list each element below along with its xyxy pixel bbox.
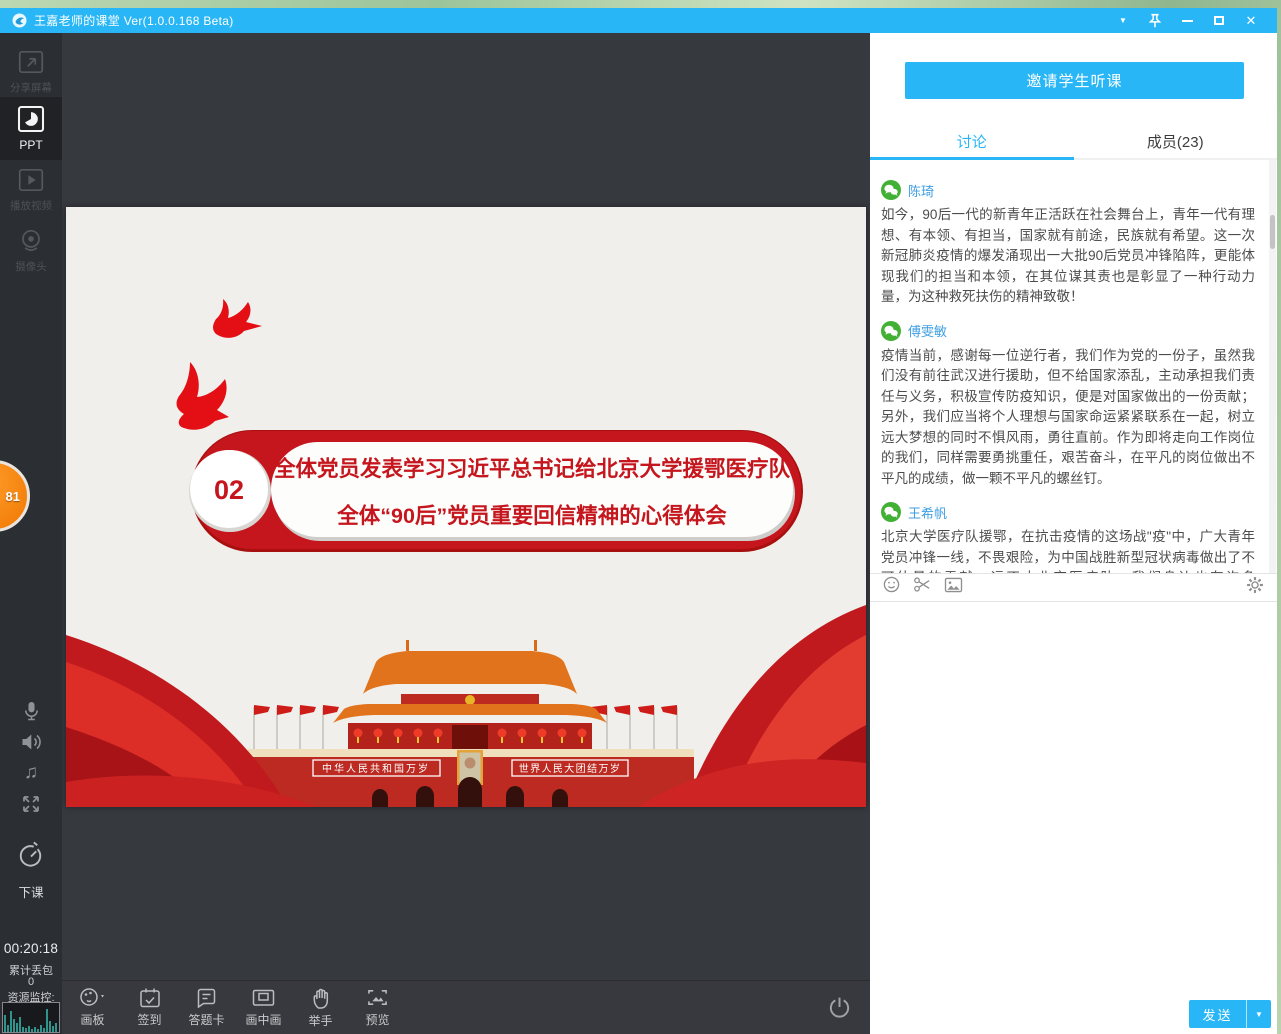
window-title: 王嘉老师的课堂 Ver(1.0.0.168 Beta) bbox=[34, 12, 234, 29]
chat-input-field[interactable] bbox=[870, 602, 1277, 995]
answer-card-button[interactable]: 答题卡 bbox=[178, 987, 235, 1028]
pin-icon[interactable] bbox=[1139, 8, 1171, 33]
sidebar-item-label: 分享屏幕 bbox=[0, 80, 62, 95]
sidebar-item-ppt[interactable]: PPT bbox=[0, 97, 62, 160]
left-sidebar: 分享屏幕 PPT 播放视频 bbox=[0, 33, 62, 1034]
image-upload-icon[interactable] bbox=[944, 577, 963, 598]
raise-hand-button[interactable]: 举手 bbox=[292, 987, 349, 1029]
tool-label: 画中画 bbox=[245, 1011, 281, 1028]
sidebar-item-label: 播放视频 bbox=[0, 198, 62, 213]
microphone-icon[interactable] bbox=[22, 701, 41, 721]
panel-tabs: 讨论 成员(23) bbox=[870, 127, 1277, 160]
class-timer: 00:20:18 bbox=[0, 941, 62, 956]
sign-in-button[interactable]: 签到 bbox=[121, 987, 178, 1028]
raise-hand-icon bbox=[314, 989, 327, 1008]
message-author: 王希帆 bbox=[908, 503, 947, 522]
whiteboard-icon bbox=[81, 989, 104, 1005]
badge-number: 81 bbox=[6, 489, 20, 504]
end-class-label: 下课 bbox=[0, 882, 62, 901]
chat-input-toolbar bbox=[870, 573, 1277, 602]
preview-button[interactable]: 预览 bbox=[349, 987, 406, 1028]
ppt-slide: 02 全体党员发表学习习近平总书记给北京大学援鄂医疗队 全体“90后”党员重要回… bbox=[66, 207, 866, 807]
sidebar-item-camera[interactable]: 摄像头 bbox=[0, 226, 62, 274]
slide-title-line2: 全体“90后”党员重要回信精神的心得体会 bbox=[336, 503, 727, 528]
tool-label: 签到 bbox=[137, 1011, 161, 1028]
slide-title-banner: 02 全体党员发表学习习近平总书记给北京大学援鄂医疗队 全体“90后”党员重要回… bbox=[189, 430, 803, 552]
title-bar[interactable]: 王嘉老师的课堂 Ver(1.0.0.168 Beta) ▼ ✕ bbox=[0, 8, 1277, 33]
message-text: 北京大学医疗队援鄂，在抗击疫情的这场战"疫"中，广大青年党员冲锋一线，不畏艰险，… bbox=[881, 527, 1255, 573]
power-icon[interactable] bbox=[827, 995, 852, 1025]
pip-button[interactable]: 画中画 bbox=[235, 987, 292, 1028]
app-window: 王嘉老师的课堂 Ver(1.0.0.168 Beta) ▼ ✕ 分享屏幕 bbox=[0, 8, 1277, 1034]
message-author: 傅雯敏 bbox=[908, 321, 947, 340]
music-icon[interactable]: ♫ bbox=[24, 763, 38, 783]
ppt-icon bbox=[19, 107, 43, 131]
message-header: 陈琦 bbox=[881, 180, 1255, 200]
invite-students-button[interactable]: 邀请学生听课 bbox=[905, 62, 1244, 99]
tool-label: 答题卡 bbox=[188, 1011, 224, 1028]
slide-section-number: 02 bbox=[214, 475, 244, 505]
send-row: 发送 ▼ bbox=[870, 994, 1277, 1034]
app-logo-icon bbox=[12, 13, 27, 28]
sidebar-item-play-video[interactable]: 播放视频 bbox=[0, 165, 62, 213]
message-text: 如今，90后一代的新青年正活跃在社会舞台上，青年一代有理想、有本领、有担当，国家… bbox=[881, 205, 1255, 308]
close-button[interactable]: ✕ bbox=[1235, 8, 1267, 33]
slide-title-line1: 全体党员发表学习习近平总书记给北京大学援鄂医疗队 bbox=[273, 456, 791, 481]
chat-message: 王希帆 北京大学医疗队援鄂，在抗击疫情的这场战"疫"中，广大青年党员冲锋一线，不… bbox=[881, 502, 1255, 573]
whiteboard-button[interactable]: 画板 bbox=[64, 987, 121, 1028]
stopwatch-icon bbox=[21, 842, 40, 865]
party-badge[interactable]: 81 bbox=[0, 460, 30, 532]
share-screen-icon bbox=[20, 52, 43, 72]
resource-monitor-graph bbox=[2, 1002, 60, 1033]
chat-message-list[interactable]: 陈琦 如今，90后一代的新青年正活跃在社会舞台上，青年一代有理想、有本领、有担当… bbox=[870, 160, 1277, 573]
bottom-toolbar: 画板 签到 答题卡 bbox=[62, 980, 870, 1034]
wechat-avatar-icon bbox=[881, 321, 901, 341]
chat-settings-gear-icon[interactable] bbox=[1246, 576, 1264, 599]
chat-message: 傅雯敏 疫情当前，感谢每一位逆行者，我们作为党的一份子，虽然我们没有前往武汉进行… bbox=[881, 321, 1255, 490]
minimize-button[interactable] bbox=[1171, 8, 1203, 33]
message-author: 陈琦 bbox=[908, 181, 934, 200]
maximize-button[interactable] bbox=[1203, 8, 1235, 33]
tab-discussion[interactable]: 讨论 bbox=[870, 127, 1074, 160]
wechat-avatar-icon bbox=[881, 502, 901, 522]
slide-banner-right: 世界人民大团结万岁 bbox=[519, 762, 622, 775]
slide-banner-left: 中华人民共和国万岁 bbox=[322, 762, 430, 775]
titlebar-dropdown-icon[interactable]: ▼ bbox=[1107, 8, 1139, 33]
end-class-button[interactable]: 下课 bbox=[0, 839, 62, 901]
send-button[interactable]: 发送 ▼ bbox=[1189, 1000, 1271, 1028]
message-text: 疫情当前，感谢每一位逆行者，我们作为党的一份子，虽然我们没有前往武汉进行援助，但… bbox=[881, 346, 1255, 490]
answer-card-icon bbox=[199, 990, 215, 1008]
camera-icon bbox=[23, 231, 39, 250]
pip-icon bbox=[254, 991, 274, 1006]
chat-message: 陈琦 如今，90后一代的新青年正活跃在社会舞台上，青年一代有理想、有本领、有担当… bbox=[881, 180, 1255, 308]
stage-area: 02 全体党员发表学习习近平总书记给北京大学援鄂医疗队 全体“90后”党员重要回… bbox=[62, 33, 870, 1034]
send-options-caret-icon[interactable]: ▼ bbox=[1246, 1000, 1271, 1028]
send-label: 发送 bbox=[1189, 1000, 1246, 1028]
fullscreen-icon[interactable] bbox=[21, 794, 41, 814]
sidebar-item-label: PPT bbox=[0, 138, 62, 152]
tool-label: 画板 bbox=[80, 1011, 104, 1028]
play-video-icon bbox=[20, 170, 43, 190]
tool-label: 举手 bbox=[308, 1012, 332, 1029]
packet-loss-value: 0 bbox=[0, 976, 62, 988]
screenshot-scissors-icon[interactable] bbox=[913, 576, 931, 598]
tab-members[interactable]: 成员(23) bbox=[1074, 127, 1278, 160]
sidebar-item-share-screen[interactable]: 分享屏幕 bbox=[0, 47, 62, 95]
message-header: 傅雯敏 bbox=[881, 321, 1255, 341]
chat-scrollbar[interactable] bbox=[1269, 160, 1276, 573]
tool-label: 预览 bbox=[365, 1011, 389, 1028]
speaker-icon[interactable] bbox=[20, 732, 43, 752]
right-panel: 邀请学生听课 讨论 成员(23) 陈琦 如今，90后一代的新青年正活跃在 bbox=[870, 33, 1277, 1034]
wechat-avatar-icon bbox=[881, 180, 901, 200]
sidebar-item-label: 摄像头 bbox=[0, 259, 62, 274]
sign-in-icon bbox=[141, 989, 159, 1007]
message-header: 王希帆 bbox=[881, 502, 1255, 522]
scrollbar-thumb[interactable] bbox=[1270, 215, 1275, 249]
emoji-icon[interactable] bbox=[883, 576, 900, 598]
preview-icon bbox=[369, 991, 386, 1004]
